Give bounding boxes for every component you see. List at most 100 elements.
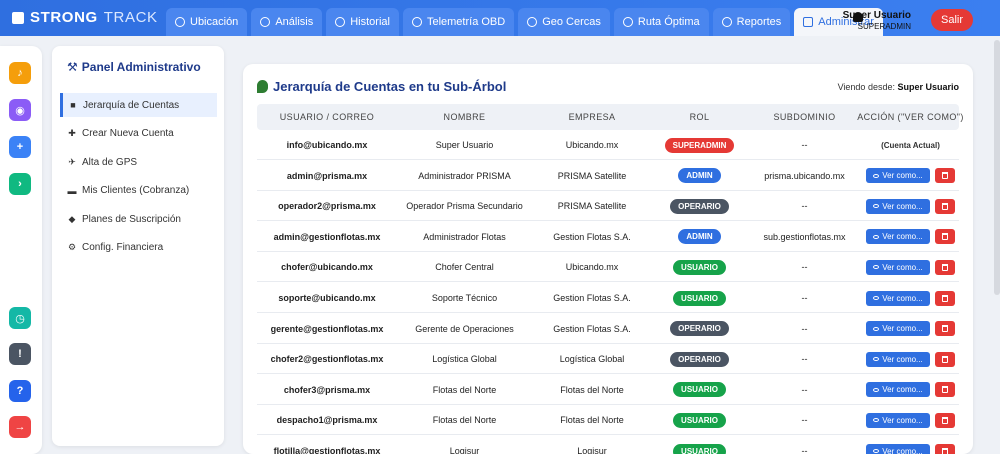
tab-label: Geo Cercas: [542, 16, 601, 28]
name-text: Logística Global: [432, 354, 497, 365]
menu-item-label: Mis Clientes (Cobranza): [82, 185, 190, 196]
table-row: chofer2@gestionflotas.mx Logística Global…: [257, 344, 959, 375]
menu-item-crear-nueva-cuenta[interactable]: ✚ Crear Nueva Cuenta: [60, 122, 217, 146]
map-pin-button[interactable]: ◉: [9, 99, 31, 121]
trash-icon: [942, 355, 948, 363]
eye-icon: [873, 173, 880, 178]
company-text: Flotas del Norte: [560, 384, 624, 395]
tab-ruta-optima[interactable]: Ruta Óptima: [613, 8, 709, 36]
subdomain-text: --: [801, 262, 808, 273]
view-as-button[interactable]: Ver como...: [866, 351, 930, 367]
menu-item-config-financiera[interactable]: ⚙ Config. Financiera: [60, 236, 217, 260]
logout-icon: →: [14, 421, 26, 433]
col-subdomain-cell: prisma.ubicando.mx: [747, 161, 862, 191]
eye-icon: [873, 265, 880, 270]
logout-button[interactable]: Salir: [931, 9, 973, 31]
brand-secondary: TRACK: [103, 9, 158, 26]
tab-ubicacion[interactable]: Ubicación: [166, 8, 248, 36]
tab-telemetria-obd[interactable]: Telemetría OBD: [402, 8, 515, 36]
menu-item-planes-de-suscripcion[interactable]: ◆ Planes de Suscripción: [60, 207, 217, 231]
tab-geo-cercas[interactable]: Geo Cercas: [518, 8, 610, 36]
col-company-cell: PRISMA Satellite: [532, 191, 652, 221]
col-user-email-cell: despacho1@prisma.mx: [257, 405, 397, 435]
delete-button[interactable]: [935, 229, 955, 245]
menu-item-alta-de-gps[interactable]: ✈ Alta de GPS: [60, 150, 217, 174]
email-text: flotilla@gestionflotas.mx: [273, 446, 381, 454]
table-row: flotilla@gestionflotas.mx Logisur Logisur U…: [257, 436, 959, 454]
view-as-button[interactable]: Ver como...: [866, 198, 930, 214]
current-account-label: (Cuenta Actual): [881, 140, 940, 150]
menu-item-mis-clientes-cobranza[interactable]: ▬ Mis Clientes (Cobranza): [60, 179, 217, 203]
alert-icon: !: [18, 348, 22, 360]
eye-icon: [873, 449, 880, 453]
col-name-cell: Logisur: [397, 436, 532, 454]
view-as-button[interactable]: Ver como...: [866, 259, 930, 275]
role-badge: USUARIO: [673, 259, 726, 275]
menu-item-jerarquia-de-cuentas[interactable]: ■ Jerarquía de Cuentas: [60, 93, 217, 117]
col-name-cell: Operador Prisma Secundario: [397, 191, 532, 221]
table-row: admin@prisma.mx Administrador PRISMA PRISM…: [257, 161, 959, 191]
gps-icon: ✈: [68, 156, 76, 167]
view-as-button[interactable]: Ver como...: [866, 321, 930, 337]
name-text: Operador Prisma Secundario: [406, 201, 523, 212]
viewing-user: Super Usuario: [897, 82, 959, 92]
col-name-cell: Soporte Técnico: [397, 283, 532, 313]
main-tabs: Ubicación Análisis Historial Telemetría OBD…: [166, 8, 883, 36]
admin-icon: [803, 17, 814, 27]
delete-button[interactable]: [935, 290, 955, 306]
logout-button[interactable]: →: [9, 416, 31, 438]
name-text: Administrador Flotas: [423, 231, 506, 242]
delete-button[interactable]: [935, 321, 955, 337]
view-as-button[interactable]: Ver como...: [866, 412, 930, 428]
col-role-cell: USUARIO: [652, 436, 747, 454]
delete-button[interactable]: [935, 412, 955, 428]
delete-button[interactable]: [935, 259, 955, 275]
name-text: Flotas del Norte: [432, 384, 497, 395]
col-user-email-cell: info@ubicando.mx: [257, 130, 397, 160]
delete-button[interactable]: [935, 351, 955, 367]
delete-button[interactable]: [935, 168, 955, 184]
col-name-cell: Logística Global: [397, 344, 532, 374]
company-text: PRISMA Satellite: [557, 170, 627, 181]
help-button[interactable]: ?: [9, 380, 31, 402]
tab-historial[interactable]: Historial: [326, 8, 399, 36]
col-user-email-cell: chofer2@gestionflotas.mx: [257, 344, 397, 374]
terminal-button[interactable]: ›: [9, 173, 31, 195]
user-name: Super Usuario: [842, 10, 911, 21]
view-as-button[interactable]: Ver como...: [866, 443, 930, 454]
trash-icon: [942, 386, 948, 394]
view-as-button[interactable]: Ver como...: [866, 382, 930, 398]
view-as-label: Ver como...: [882, 354, 923, 364]
terminal-icon: ›: [18, 178, 22, 190]
tab-reportes[interactable]: Reportes: [712, 8, 791, 36]
view-as-button[interactable]: Ver como...: [866, 290, 930, 306]
name-text: Chofer Central: [435, 262, 494, 273]
admin-panel: ⚒ Panel Administrativo ■ Jerarquía de Cue…: [52, 46, 224, 446]
menu-item-label: Crear Nueva Cuenta: [82, 128, 174, 139]
page-scrollbar[interactable]: [994, 40, 1000, 295]
app-logo[interactable]: STRONG TRACK: [12, 9, 158, 26]
users-icon: ■: [70, 100, 76, 110]
timer-button[interactable]: ◷: [9, 307, 31, 329]
col-company-cell: Gestion Flotas S.A.: [532, 314, 652, 344]
bell-icon: ♪: [17, 67, 23, 79]
col-user-email-cell: admin@gestionflotas.mx: [257, 222, 397, 252]
email-text: info@ubicando.mx: [286, 140, 368, 150]
delete-button[interactable]: [935, 382, 955, 398]
col-role-cell: USUARIO: [652, 375, 747, 405]
delete-button[interactable]: [935, 443, 955, 454]
top-navbar: STRONG TRACK Ubicación Análisis Historial T…: [0, 0, 1000, 36]
view-as-button[interactable]: Ver como...: [866, 229, 930, 245]
alert-button[interactable]: !: [9, 343, 31, 365]
col-name-cell: Gerente de Operaciones: [397, 314, 532, 344]
col-subdomain-cell: --: [747, 191, 862, 221]
delete-button[interactable]: [935, 198, 955, 214]
col-role-cell: USUARIO: [652, 405, 747, 435]
email-text: chofer3@prisma.mx: [283, 384, 371, 395]
col-role-cell: USUARIO: [652, 252, 747, 282]
col-role-cell: USUARIO: [652, 283, 747, 313]
add-user-button[interactable]: +: [9, 136, 31, 158]
bell-button[interactable]: ♪: [9, 62, 31, 84]
tab-analisis[interactable]: Análisis: [251, 8, 323, 36]
view-as-button[interactable]: Ver como...: [866, 168, 930, 184]
